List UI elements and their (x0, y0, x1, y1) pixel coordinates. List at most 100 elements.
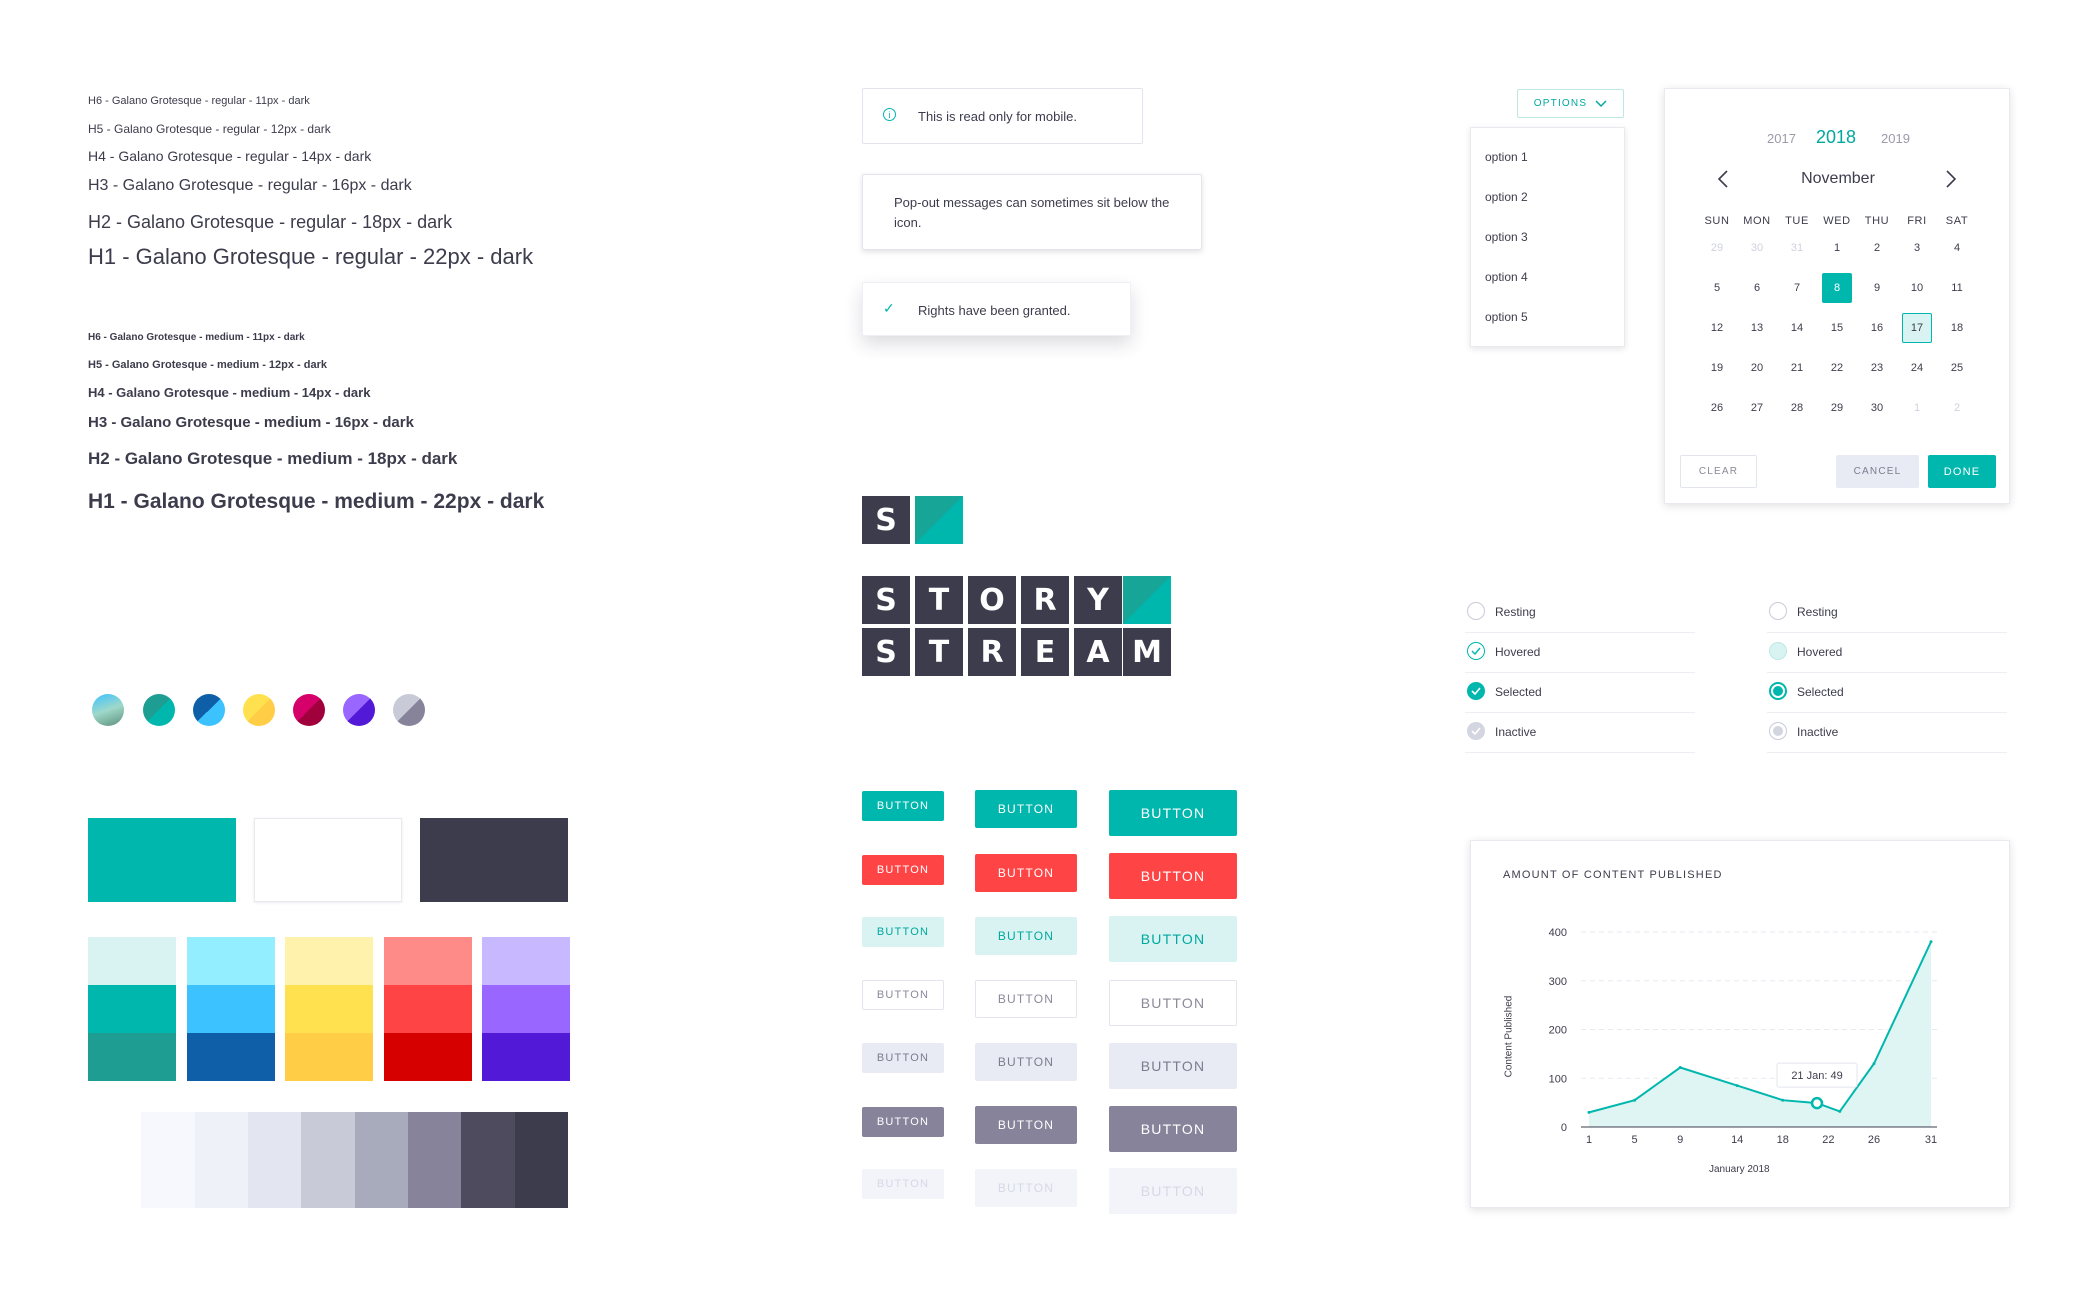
calendar-day[interactable]: 12 (1702, 313, 1732, 343)
h5-medium-sample: H5 - Galano Grotesque - medium - 12px - … (88, 359, 327, 371)
calendar-day[interactable]: 14 (1782, 313, 1812, 343)
chevron-right-icon[interactable] (1945, 170, 1957, 188)
dark-button-small[interactable]: BUTTON (862, 1107, 944, 1137)
grey-button-medium[interactable]: BUTTON (975, 1043, 1077, 1081)
calendar-day[interactable]: 23 (1862, 353, 1892, 383)
options-dropdown-menu: option 1 option 2 option 3 option 4 opti… (1470, 127, 1625, 347)
secondary-button-large[interactable]: BUTTON (1109, 916, 1237, 962)
calendar-day[interactable]: 10 (1902, 273, 1932, 303)
calendar-day[interactable]: 1 (1822, 233, 1852, 263)
primary-button-medium[interactable]: BUTTON (975, 790, 1077, 828)
checkbox-resting[interactable] (1467, 602, 1485, 620)
disabled-button-medium: BUTTON (975, 1169, 1077, 1207)
calendar-day[interactable]: 11 (1942, 273, 1972, 303)
checkbox-selected[interactable] (1467, 682, 1485, 700)
dropdown-option[interactable]: option 4 (1485, 270, 1528, 284)
calendar-day[interactable]: 16 (1862, 313, 1892, 343)
grey-scale-swatch (141, 1112, 195, 1208)
content-published-chart-card: AMOUNT OF CONTENT PUBLISHED 0 100 200 300 40… (1470, 840, 2010, 1208)
color-scale-swatch (88, 937, 176, 985)
color-scale-swatch (285, 937, 373, 985)
popout-message: Pop-out messages can sometimes sit below… (862, 174, 1202, 250)
primary-button-small[interactable]: BUTTON (862, 791, 944, 821)
calendar-day[interactable]: 29 (1822, 393, 1852, 423)
options-dropdown-label: OPTIONS (1533, 98, 1588, 109)
color-scale-swatch (186, 985, 275, 1033)
calendar-day[interactable]: 7 (1782, 273, 1812, 303)
dropdown-option[interactable]: option 5 (1485, 310, 1528, 324)
dropdown-option[interactable]: option 2 (1485, 190, 1528, 204)
dropdown-option[interactable]: option 1 (1485, 150, 1528, 164)
disabled-button-small: BUTTON (862, 1169, 944, 1199)
primary-dark-block (420, 818, 568, 902)
calendar-day[interactable]: 19 (1702, 353, 1732, 383)
secondary-button-small[interactable]: BUTTON (862, 917, 944, 947)
calendar-day[interactable]: 4 (1942, 233, 1972, 263)
options-dropdown-button[interactable]: OPTIONS (1517, 89, 1624, 118)
calendar-day[interactable]: 3 (1902, 233, 1932, 263)
data-point (1872, 1062, 1876, 1066)
blue-swatch-dot (193, 694, 225, 726)
success-toast-text: Rights have been granted. (918, 303, 1071, 318)
secondary-button-medium[interactable]: BUTTON (975, 917, 1077, 955)
calendar-day[interactable]: 18 (1942, 313, 1972, 343)
outline-button-small[interactable]: BUTTON (862, 980, 944, 1010)
calendar-day[interactable]: 30 (1862, 393, 1892, 423)
weekday-header: MON (1743, 215, 1771, 227)
grey-button-small[interactable]: BUTTON (862, 1043, 944, 1073)
primary-button-large[interactable]: BUTTON (1109, 790, 1237, 836)
radio-label: Hovered (1797, 645, 1843, 659)
data-point (1678, 1066, 1682, 1070)
logo-letter: S (862, 576, 910, 624)
next-year[interactable]: 2019 (1881, 131, 1910, 146)
dark-button-large[interactable]: BUTTON (1109, 1106, 1237, 1152)
calendar-day[interactable]: 9 (1862, 273, 1892, 303)
calendar-day-today[interactable]: 17 (1902, 313, 1932, 343)
date-picker: 2017 2018 2019 November SUN MON TUE WED THU F… (1664, 88, 2010, 504)
calendar-day[interactable]: 6 (1742, 273, 1772, 303)
checkbox-hovered[interactable] (1467, 642, 1485, 660)
current-year[interactable]: 2018 (1816, 127, 1856, 148)
calendar-day[interactable]: 13 (1742, 313, 1772, 343)
check-icon (1471, 647, 1481, 655)
danger-button-large[interactable]: BUTTON (1109, 853, 1237, 899)
radio-resting[interactable] (1769, 602, 1787, 620)
calendar-day[interactable]: 2 (1862, 233, 1892, 263)
calendar-day[interactable]: 28 (1782, 393, 1812, 423)
radio-selected[interactable] (1769, 682, 1787, 700)
weekday-header: THU (1864, 215, 1890, 227)
radio-label: Selected (1797, 685, 1844, 699)
calendar-day[interactable]: 15 (1822, 313, 1852, 343)
divider (1465, 672, 1695, 673)
calendar-day[interactable]: 5 (1702, 273, 1732, 303)
prev-year[interactable]: 2017 (1767, 131, 1796, 146)
outline-button-medium[interactable]: BUTTON (975, 980, 1077, 1018)
calendar-day[interactable]: 21 (1782, 353, 1812, 383)
primary-white-block (254, 818, 402, 902)
calendar-day[interactable]: 27 (1742, 393, 1772, 423)
primary-teal-block (88, 818, 236, 902)
danger-button-medium[interactable]: BUTTON (975, 854, 1077, 892)
h6-regular-sample: H6 - Galano Grotesque - regular - 11px -… (88, 95, 310, 107)
grey-button-large[interactable]: BUTTON (1109, 1043, 1237, 1089)
calendar-day[interactable]: 26 (1702, 393, 1732, 423)
y-axis-label: Content Published (1503, 995, 1515, 1078)
calendar-day[interactable]: 25 (1942, 353, 1972, 383)
danger-button-small[interactable]: BUTTON (862, 855, 944, 885)
series-area (1589, 941, 1931, 1127)
data-point (1838, 1109, 1842, 1113)
radio-hovered[interactable] (1769, 642, 1787, 660)
done-button[interactable]: DONE (1928, 455, 1996, 488)
x-tick-label: 18 (1777, 1134, 1789, 1146)
checkbox-label: Inactive (1495, 725, 1537, 739)
clear-button[interactable]: CLEAR (1680, 455, 1757, 488)
calendar-day[interactable]: 22 (1822, 353, 1852, 383)
cancel-button[interactable]: CANCEL (1836, 455, 1919, 488)
calendar-day[interactable]: 20 (1742, 353, 1772, 383)
calendar-day[interactable]: 24 (1902, 353, 1932, 383)
divider (1767, 632, 2007, 633)
dropdown-option[interactable]: option 3 (1485, 230, 1528, 244)
calendar-day-selected[interactable]: 8 (1822, 273, 1852, 303)
outline-button-large[interactable]: BUTTON (1109, 980, 1237, 1026)
dark-button-medium[interactable]: BUTTON (975, 1106, 1077, 1144)
